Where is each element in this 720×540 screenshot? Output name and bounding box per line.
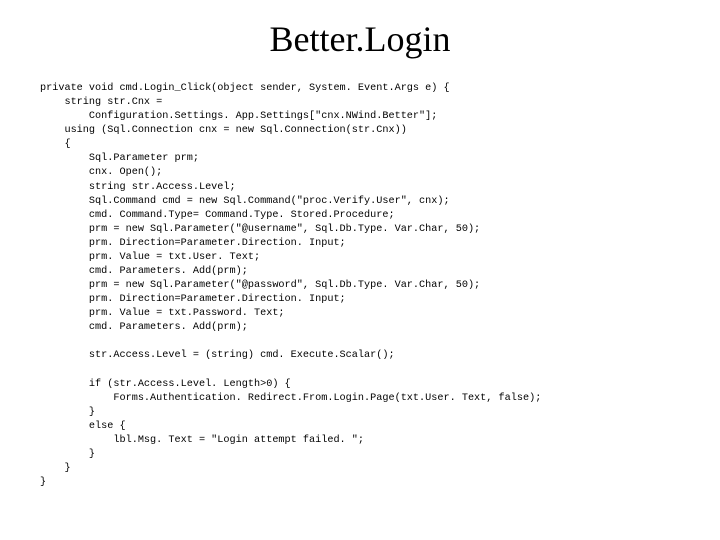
slide-title: Better.Login: [40, 18, 680, 60]
slide: Better.Login private void cmd.Login_Clic…: [0, 0, 720, 540]
code-block: private void cmd.Login_Click(object send…: [40, 82, 680, 490]
